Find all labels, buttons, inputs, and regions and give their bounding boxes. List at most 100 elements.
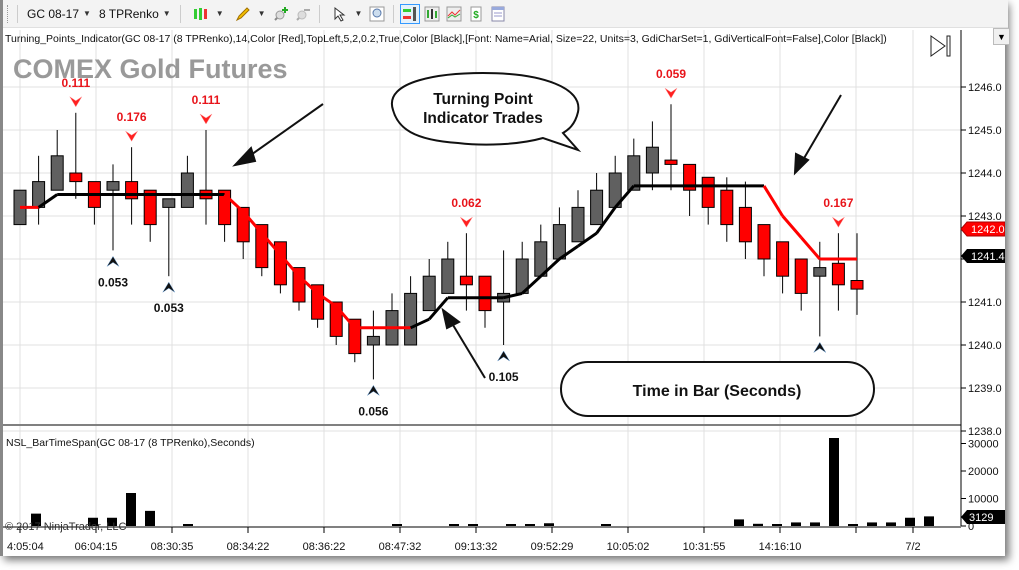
watermark-title: COMEX Gold Futures bbox=[13, 54, 288, 84]
candle-body bbox=[720, 189, 734, 226]
time-tick-label: 08:47:32 bbox=[379, 541, 422, 553]
candle-body bbox=[664, 159, 678, 165]
candle bbox=[515, 241, 529, 294]
candle bbox=[162, 198, 176, 277]
buy-signal-label: 0.053 bbox=[98, 275, 128, 289]
time-bar bbox=[924, 516, 934, 526]
candle bbox=[106, 164, 120, 251]
buy-signal: 0.056 bbox=[358, 384, 389, 418]
candle bbox=[50, 130, 64, 191]
price-marker-black-text: 1241.4 bbox=[971, 251, 1005, 263]
candle-body bbox=[831, 262, 845, 286]
candle bbox=[199, 130, 213, 225]
candle bbox=[69, 112, 83, 199]
price-tick-label: 1239.0 bbox=[968, 383, 1002, 395]
candle-body bbox=[50, 155, 64, 191]
candle-body bbox=[738, 206, 752, 243]
bar-value-marker-text: 3129 bbox=[969, 512, 993, 524]
sell-signal-label: 0.111 bbox=[192, 93, 221, 107]
time-tick-label: 14:16:10 bbox=[759, 541, 802, 553]
time-tick-label: 06:04:15 bbox=[75, 541, 118, 553]
time-in-bar-callout: Time in Bar (Seconds) bbox=[560, 361, 875, 417]
candle-body bbox=[441, 258, 455, 294]
bar-time-bars bbox=[31, 438, 934, 526]
callout-line-2: Indicator Trades bbox=[423, 110, 543, 127]
time-tick-label: 09:52:29 bbox=[531, 541, 574, 553]
price-tick-label: 1243.0 bbox=[968, 211, 1002, 223]
sell-signal-label: 0.062 bbox=[451, 196, 481, 210]
arrow-head-icon bbox=[441, 307, 461, 330]
time-tick-label: 10:31:55 bbox=[683, 541, 726, 553]
arrow-head-icon bbox=[232, 146, 257, 167]
chart-window: GC 08-17 ▼ 8 TPRenko ▼ ▼ ▼ ▼ $ ▼ 1238.0 … bbox=[0, 0, 1010, 556]
candle bbox=[850, 233, 864, 315]
candle bbox=[738, 181, 752, 259]
candle-body bbox=[701, 176, 715, 208]
bar-axis-label: 20000 bbox=[968, 466, 999, 478]
buy-signal-label: 0.053 bbox=[154, 301, 184, 315]
time-bar bbox=[772, 524, 782, 526]
time-in-bar-label: Time in Bar (Seconds) bbox=[633, 383, 802, 400]
sell-arrow-icon bbox=[832, 216, 845, 228]
candle bbox=[478, 275, 492, 328]
candle-body bbox=[69, 172, 83, 183]
price-tick-label: 1245.0 bbox=[968, 125, 1002, 137]
sell-signal-label: 0.176 bbox=[117, 110, 147, 124]
candle-body bbox=[757, 224, 771, 260]
sell-signal-label: 0.167 bbox=[823, 196, 853, 210]
time-bar bbox=[791, 522, 801, 526]
candle-body bbox=[590, 189, 604, 226]
time-bar bbox=[468, 524, 478, 526]
time-bar bbox=[544, 523, 554, 526]
time-axis: 4:05:04 06:04:15 08:30:35 08:34:22 08:36:22 0… bbox=[3, 526, 961, 553]
candle bbox=[590, 173, 604, 226]
candle bbox=[441, 241, 455, 294]
chart-area[interactable]: 1238.0 1239.0 1240.0 1241.0 1242.01243.0 1244… bbox=[3, 0, 1005, 556]
candle-body bbox=[776, 241, 790, 277]
candle-body bbox=[645, 146, 659, 174]
time-bar bbox=[886, 522, 896, 526]
candle-body bbox=[552, 224, 566, 260]
price-tick-label: 1246.0 bbox=[968, 82, 1002, 94]
price-indicator-label: Turning_Points_Indicator(GC 08-17 (8 TPR… bbox=[5, 33, 887, 45]
candle bbox=[831, 233, 845, 311]
candle bbox=[664, 104, 678, 191]
candle bbox=[794, 258, 808, 311]
buy-arrow-icon bbox=[106, 255, 120, 267]
price-tick-label: 1241.0 bbox=[968, 297, 1002, 309]
trend-segment bbox=[781, 215, 803, 239]
candle bbox=[422, 259, 436, 312]
buy-arrow-icon bbox=[497, 350, 510, 362]
bar-axis-label: 10000 bbox=[968, 494, 999, 506]
candle-body bbox=[422, 275, 436, 312]
candle bbox=[125, 147, 139, 225]
sell-signal-label: 0.059 bbox=[656, 67, 686, 81]
candle-body bbox=[125, 181, 139, 200]
price-axis: 1238.0 1239.0 1240.0 1241.0 1242.01243.0 1244… bbox=[960, 30, 1002, 526]
arrow-line bbox=[802, 94, 842, 161]
candle bbox=[366, 310, 380, 380]
candle bbox=[571, 190, 585, 243]
sell-arrow-icon bbox=[125, 130, 138, 142]
candle bbox=[552, 207, 566, 260]
scroll-to-end-button[interactable] bbox=[930, 35, 951, 57]
bar-value-marker: 3129 bbox=[961, 510, 1005, 524]
sell-signal: 0.059 bbox=[656, 67, 686, 99]
candle bbox=[776, 241, 790, 294]
candle bbox=[683, 163, 697, 216]
sell-arrow-icon bbox=[664, 87, 678, 99]
time-tick-label: 7/2 bbox=[905, 541, 920, 553]
candle-body bbox=[366, 335, 380, 346]
time-bar bbox=[506, 524, 516, 526]
sell-signal: 0.176 bbox=[117, 110, 147, 142]
price-marker-black: 1241.4 bbox=[961, 249, 1005, 263]
time-bar bbox=[183, 524, 193, 526]
candle bbox=[645, 121, 659, 191]
trend-segment bbox=[800, 236, 821, 260]
candle bbox=[180, 155, 194, 208]
time-bar bbox=[126, 493, 136, 526]
sell-signal: 0.062 bbox=[451, 196, 482, 228]
candle-body bbox=[813, 267, 827, 277]
time-bar bbox=[449, 524, 459, 526]
time-tick-label: 08:36:22 bbox=[303, 541, 346, 553]
